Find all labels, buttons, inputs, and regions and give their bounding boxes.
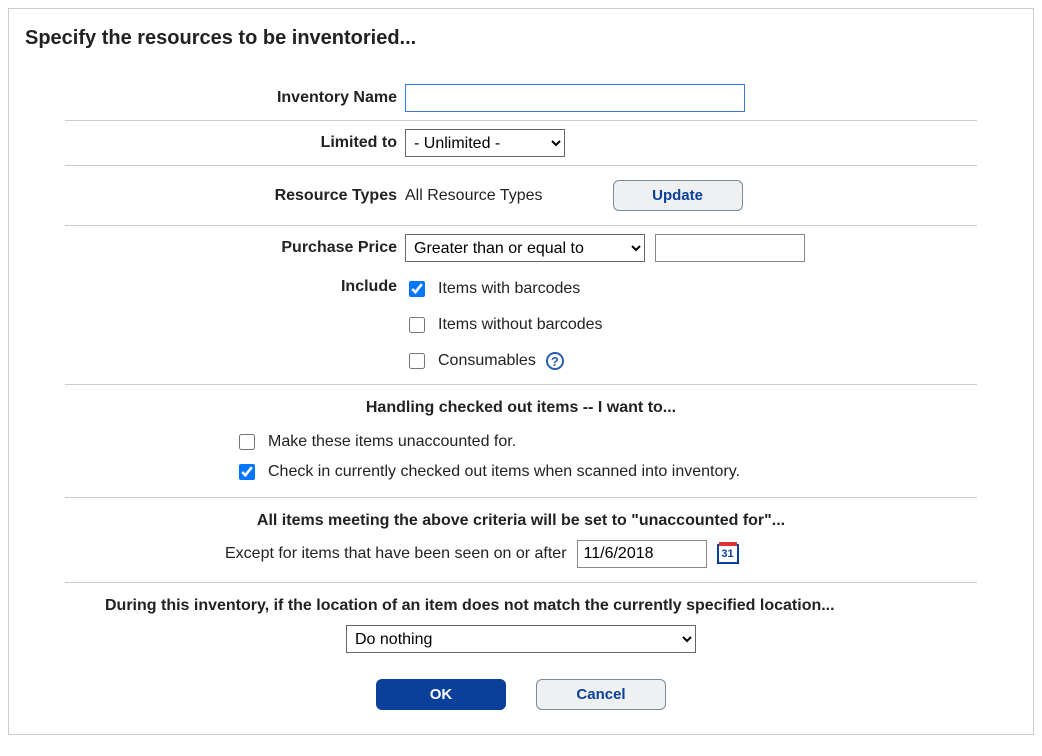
page-title: Specify the resources to be inventoried.…	[25, 27, 1017, 50]
label-inventory-name: Inventory Name	[65, 89, 405, 107]
checkbox-checkin-on-scan[interactable]	[239, 464, 255, 480]
help-icon[interactable]: ?	[546, 352, 564, 370]
form-area: Inventory Name Limited to - Unlimited - …	[65, 78, 977, 710]
label-items-with-barcodes: Items with barcodes	[438, 280, 580, 298]
label-make-unaccounted: Make these items unaccounted for.	[268, 433, 516, 451]
label-consumables: Consumables	[438, 352, 536, 370]
label-items-without-barcodes: Items without barcodes	[438, 316, 603, 334]
label-include: Include	[65, 274, 405, 296]
limited-to-select[interactable]: - Unlimited -	[405, 129, 565, 157]
label-resource-types: Resource Types	[65, 187, 405, 205]
inventory-name-input[interactable]	[405, 84, 745, 112]
update-button[interactable]: Update	[613, 180, 743, 211]
checkbox-make-unaccounted[interactable]	[239, 434, 255, 450]
label-checkin-on-scan: Check in currently checked out items whe…	[268, 463, 740, 481]
purchase-price-operator-select[interactable]: Greater than or equal to	[405, 234, 645, 262]
checkbox-items-without-barcodes[interactable]	[409, 317, 425, 333]
checkbox-consumables[interactable]	[409, 353, 425, 369]
checkbox-items-with-barcodes[interactable]	[409, 281, 425, 297]
label-limited-to: Limited to	[65, 134, 405, 152]
seen-on-after-date-input[interactable]	[577, 540, 707, 568]
purchase-price-input[interactable]	[655, 234, 805, 262]
handling-heading: Handling checked out items -- I want to.…	[65, 399, 977, 417]
unaccounted-heading: All items meeting the above criteria wil…	[65, 512, 977, 530]
resource-types-value: All Resource Types	[405, 187, 543, 205]
calendar-icon[interactable]: 31	[717, 544, 739, 564]
inventory-setup-panel: Specify the resources to be inventoried.…	[8, 8, 1034, 735]
ok-button[interactable]: OK	[376, 679, 506, 710]
cancel-button[interactable]: Cancel	[536, 679, 666, 710]
location-mismatch-select[interactable]: Do nothing	[346, 625, 696, 653]
location-heading: During this inventory, if the location o…	[65, 597, 977, 615]
except-label: Except for items that have been seen on …	[225, 545, 567, 563]
label-purchase-price: Purchase Price	[65, 239, 405, 257]
